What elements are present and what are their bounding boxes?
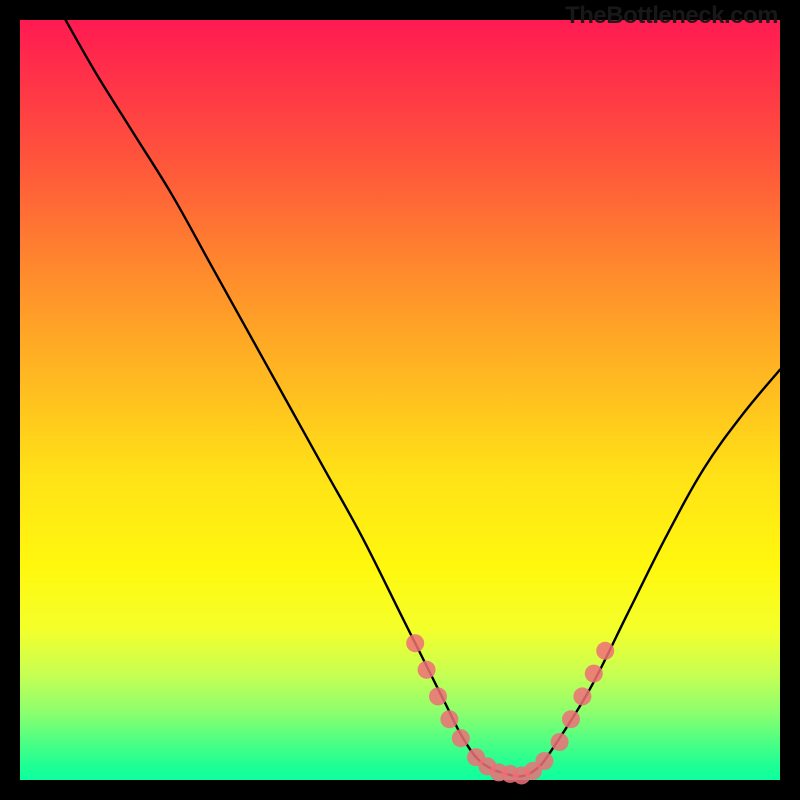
highlight-marker: [406, 634, 424, 652]
highlight-markers: [406, 634, 614, 784]
highlight-marker: [535, 752, 553, 770]
highlight-marker: [440, 710, 458, 728]
chart-frame: [20, 20, 780, 780]
highlight-marker: [429, 687, 447, 705]
plot-area: [20, 20, 780, 780]
watermark-text: TheBottleneck.com: [565, 2, 778, 30]
highlight-marker: [418, 661, 436, 679]
highlight-marker: [573, 687, 591, 705]
highlight-marker: [562, 710, 580, 728]
highlight-marker: [596, 642, 614, 660]
highlight-marker: [585, 665, 603, 683]
curve-layer: [20, 20, 780, 780]
highlight-marker: [551, 733, 569, 751]
highlight-marker: [452, 729, 470, 747]
